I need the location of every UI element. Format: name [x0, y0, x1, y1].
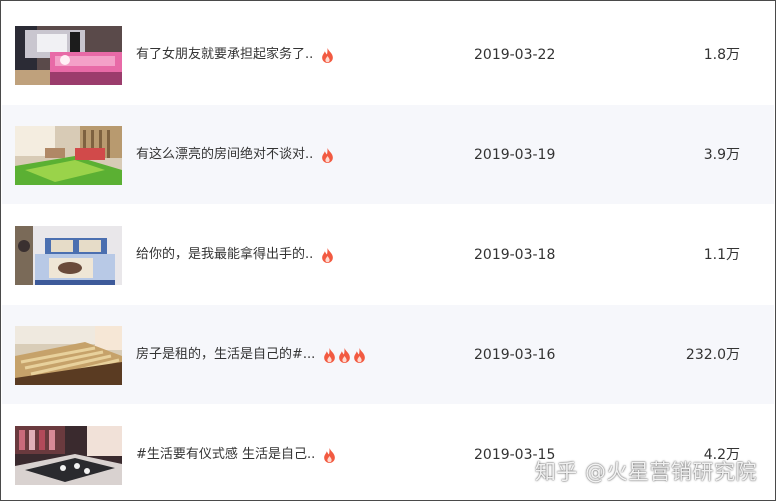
fire-icon	[339, 347, 351, 363]
hot-rating	[323, 447, 338, 463]
publish-date: 2019-03-16	[474, 347, 556, 363]
fire-icon	[322, 47, 334, 63]
fire-icon	[322, 247, 334, 263]
hot-rating	[321, 147, 336, 163]
video-title[interactable]: 给你的，是我最能拿得出手的..	[136, 244, 336, 266]
like-count: 1.8万	[703, 47, 740, 63]
video-title[interactable]: 房子是租的，生活是自己的#...	[136, 344, 368, 366]
publish-date: 2019-03-22	[474, 47, 556, 63]
list-item[interactable]: 有了女朋友就要承担起家务了.. 2019-03-22 1.8万	[2, 5, 774, 104]
wooden-bed-frame-thumbnail[interactable]	[15, 326, 122, 385]
publish-date: 2019-03-19	[474, 147, 556, 163]
watermark: 知乎 @火星营销研究院	[534, 460, 757, 484]
fire-icon	[324, 447, 336, 463]
list-item[interactable]: 给你的，是我最能拿得出手的.. 2019-03-18 1.1万	[2, 205, 774, 304]
video-title[interactable]: 有这么漂亮的房间绝对不谈对..	[136, 144, 336, 166]
fire-icon	[354, 347, 366, 363]
list-item[interactable]: #生活要有仪式感 生活是自己.. 2019-03-15 4.2万	[2, 405, 774, 500]
publish-date: 2019-03-18	[474, 247, 556, 263]
video-title[interactable]: #生活要有仪式感 生活是自己..	[136, 444, 338, 466]
like-count: 3.9万	[703, 147, 740, 163]
hot-rating	[321, 47, 336, 63]
like-count: 232.0万	[685, 347, 740, 363]
pink-bedroom-thumbnail[interactable]	[15, 26, 122, 85]
like-count: 1.1万	[703, 247, 740, 263]
bed-with-pillows-thumbnail[interactable]	[15, 226, 122, 285]
fire-icon	[324, 347, 336, 363]
dark-bedroom-thumbnail[interactable]	[15, 426, 122, 485]
hot-rating	[321, 247, 336, 263]
video-list: 有了女朋友就要承担起家务了.. 2019-03-22 1.8万 有这么漂亮的房间…	[0, 0, 776, 501]
hot-rating	[323, 347, 368, 363]
list-item[interactable]: 有这么漂亮的房间绝对不谈对.. 2019-03-19 3.9万	[2, 105, 774, 204]
list-item[interactable]: 房子是租的，生活是自己的#... 2019-03-16 232.0万	[2, 305, 774, 404]
fire-icon	[322, 147, 334, 163]
sunlit-room-thumbnail[interactable]	[15, 126, 122, 185]
video-title[interactable]: 有了女朋友就要承担起家务了..	[136, 44, 336, 66]
